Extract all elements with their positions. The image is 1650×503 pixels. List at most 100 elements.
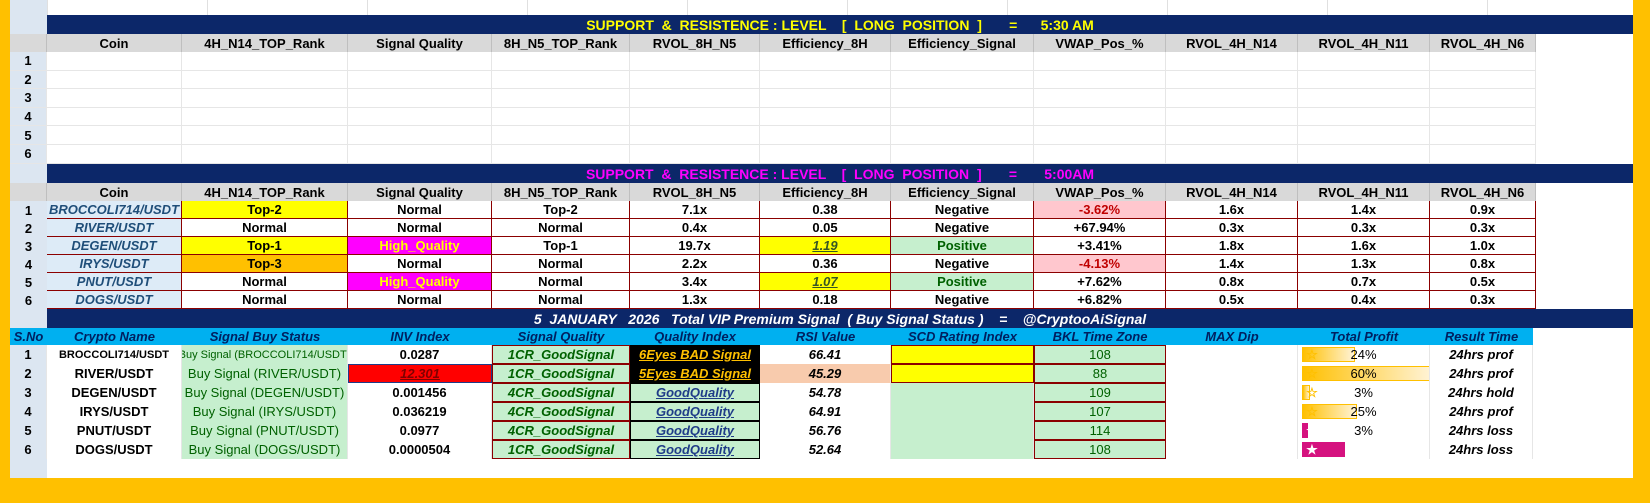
signal-quality-cell[interactable]: 4CR_GoodSignal [492, 383, 630, 402]
column-header[interactable]: S.No [10, 328, 47, 345]
empty-cell[interactable] [630, 107, 760, 127]
coin-cell[interactable]: PNUT/USDT [47, 273, 182, 291]
rvol-4h-n11-cell[interactable]: 0.3x [1298, 219, 1430, 237]
empty-cell[interactable] [47, 70, 182, 90]
empty-cell[interactable] [1298, 70, 1430, 90]
column-header[interactable]: RVOL_8H_N5 [630, 183, 760, 201]
vwap-cell[interactable]: +6.82% [1034, 291, 1166, 309]
rvol-8h-cell[interactable]: 19.7x [630, 237, 760, 255]
column-header[interactable]: MAX Dip [1166, 328, 1298, 345]
column-header[interactable]: RVOL_4H_N6 [1430, 34, 1536, 52]
empty-cell[interactable] [1034, 145, 1166, 164]
efficiency-cell[interactable]: 0.36 [760, 255, 891, 273]
max-dip-cell[interactable] [1166, 345, 1298, 364]
empty-cell[interactable] [760, 126, 891, 145]
rvol-4h-n6-cell[interactable]: 0.3x [1430, 291, 1536, 309]
column-header[interactable]: RVOL_4H_N14 [1166, 183, 1298, 201]
signal-quality-cell[interactable]: Normal [348, 219, 492, 237]
scd-rating-cell[interactable] [891, 364, 1034, 383]
signal-quality-cell[interactable]: 1CR_GoodSignal [492, 345, 630, 364]
max-dip-cell[interactable] [1166, 421, 1298, 440]
coin-cell[interactable]: DEGEN/USDT [47, 237, 182, 255]
column-header[interactable]: 8H_N5_TOP_Rank [492, 34, 630, 52]
bkl-time-cell[interactable]: 107 [1034, 402, 1166, 421]
rsi-value-cell[interactable]: 45.29 [760, 364, 891, 383]
empty-cell[interactable] [492, 145, 630, 164]
empty-cell[interactable] [182, 107, 348, 127]
bkl-time-cell[interactable]: 88 [1034, 364, 1166, 383]
column-header[interactable]: INV Index [348, 328, 492, 345]
empty-cell[interactable] [182, 89, 348, 108]
signal-quality-cell[interactable]: Normal [348, 255, 492, 273]
empty-cell[interactable] [348, 126, 492, 145]
scd-rating-cell[interactable] [891, 383, 1034, 402]
coin-cell[interactable]: BROCCOLI714/USDT [47, 201, 182, 219]
signal-quality-cell[interactable]: 4CR_GoodSignal [492, 402, 630, 421]
rank-8h-cell[interactable]: Normal [492, 255, 630, 273]
empty-cell[interactable] [760, 52, 891, 71]
rsi-value-cell[interactable]: 66.41 [760, 345, 891, 364]
bkl-time-cell[interactable]: 108 [1034, 345, 1166, 364]
empty-cell[interactable] [47, 52, 182, 71]
rank-4h-cell[interactable]: Normal [182, 219, 348, 237]
efficiency-cell[interactable]: 0.38 [760, 201, 891, 219]
empty-cell[interactable] [47, 126, 182, 145]
rank-4h-cell[interactable]: Top-3 [182, 255, 348, 273]
signal-quality-cell[interactable]: Normal [348, 201, 492, 219]
rvol-4h-n14-cell[interactable]: 0.3x [1166, 219, 1298, 237]
crypto-name-cell[interactable]: RIVER/USDT [47, 364, 182, 383]
column-header[interactable]: Efficiency_Signal [891, 34, 1034, 52]
efficiency-cell[interactable]: 1.07 [760, 273, 891, 291]
empty-cell[interactable] [891, 70, 1034, 90]
total-profit-cell[interactable]: ☆ 25% [1298, 402, 1430, 421]
empty-cell[interactable] [1166, 52, 1298, 71]
inv-index-cell[interactable]: 0.0000504 [348, 440, 492, 459]
empty-cell[interactable] [1298, 145, 1430, 164]
empty-cell[interactable] [891, 145, 1034, 164]
quality-index-cell[interactable]: GoodQuality [630, 383, 760, 402]
quality-index-cell[interactable]: GoodQuality [630, 421, 760, 440]
empty-cell[interactable] [1034, 89, 1166, 108]
empty-cell[interactable] [1430, 89, 1536, 108]
empty-cell[interactable] [348, 89, 492, 108]
quality-index-cell[interactable]: GoodQuality [630, 402, 760, 421]
empty-cell[interactable] [1298, 52, 1430, 71]
result-time-cell[interactable]: 24hrs prof [1430, 345, 1533, 364]
scd-rating-cell[interactable] [891, 345, 1034, 364]
empty-cell[interactable] [630, 145, 760, 164]
result-time-cell[interactable]: 24hrs loss [1430, 440, 1533, 459]
result-time-cell[interactable]: 24hrs prof [1430, 402, 1533, 421]
signal-quality-cell[interactable]: High_Quality [348, 273, 492, 291]
rvol-8h-cell[interactable]: 1.3x [630, 291, 760, 309]
rvol-4h-n14-cell[interactable]: 1.4x [1166, 255, 1298, 273]
crypto-name-cell[interactable]: DEGEN/USDT [47, 383, 182, 402]
rank-4h-cell[interactable]: Top-2 [182, 201, 348, 219]
column-header[interactable]: Crypto Name [47, 328, 182, 345]
column-header[interactable]: RVOL_8H_N5 [630, 34, 760, 52]
column-header[interactable]: Signal Quality [492, 328, 630, 345]
rvol-4h-n14-cell[interactable]: 1.8x [1166, 237, 1298, 255]
empty-cell[interactable] [182, 70, 348, 90]
empty-cell[interactable] [760, 145, 891, 164]
rank-8h-cell[interactable]: Top-1 [492, 237, 630, 255]
inv-index-cell[interactable]: 0.0287 [348, 345, 492, 364]
column-header[interactable]: Quality Index [630, 328, 760, 345]
empty-cell[interactable] [1298, 89, 1430, 108]
signal-quality-cell[interactable]: Normal [348, 291, 492, 309]
vwap-cell[interactable]: +3.41% [1034, 237, 1166, 255]
inv-index-cell[interactable]: 0.036219 [348, 402, 492, 421]
rvol-4h-n14-cell[interactable]: 0.8x [1166, 273, 1298, 291]
empty-cell[interactable] [47, 89, 182, 108]
max-dip-cell[interactable] [1166, 440, 1298, 459]
empty-cell[interactable] [1166, 70, 1298, 90]
empty-cell[interactable] [1430, 145, 1536, 164]
efficiency-signal-cell[interactable]: Negative [891, 291, 1034, 309]
coin-cell[interactable]: DOGS/USDT [47, 291, 182, 309]
empty-cell[interactable] [492, 89, 630, 108]
inv-index-cell[interactable]: 0.0977 [348, 421, 492, 440]
inv-index-cell[interactable]: 0.001456 [348, 383, 492, 402]
efficiency-signal-cell[interactable]: Positive [891, 237, 1034, 255]
quality-index-cell[interactable]: 5Eyes BAD Signal [630, 364, 760, 383]
vwap-cell[interactable]: +7.62% [1034, 273, 1166, 291]
empty-cell[interactable] [630, 70, 760, 90]
